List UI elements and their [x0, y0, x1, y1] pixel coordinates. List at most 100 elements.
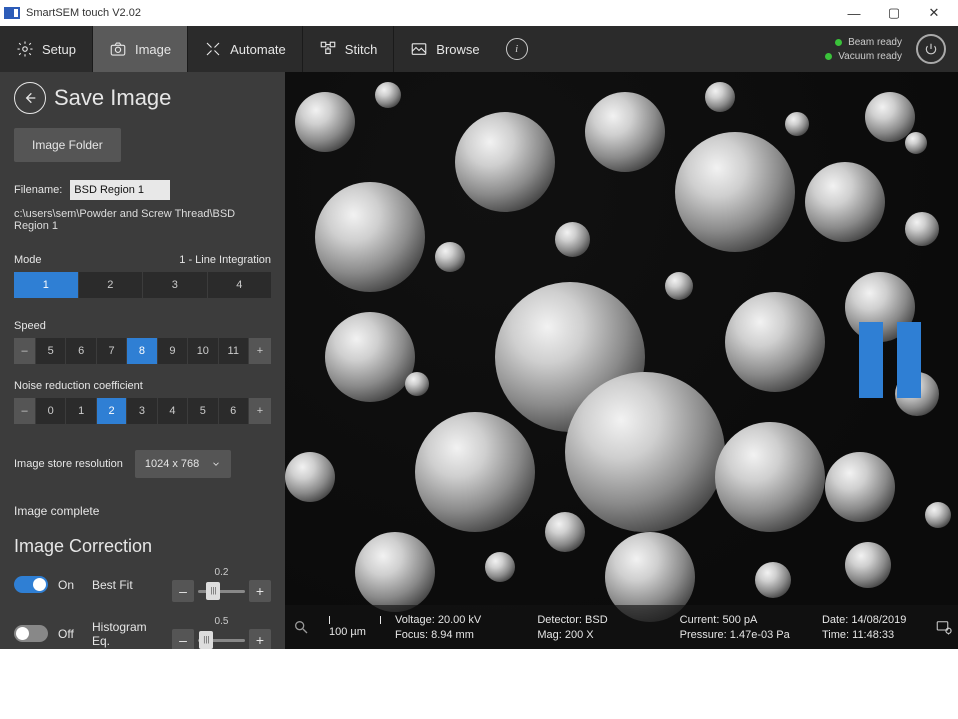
tab-stitch-label: Stitch [345, 42, 378, 57]
speed-option-8[interactable]: 8 [127, 338, 157, 364]
best-fit-decrement[interactable]: – [172, 580, 194, 602]
tab-setup[interactable]: Setup [0, 26, 92, 72]
pause-icon [897, 322, 921, 398]
speed-option-9[interactable]: 9 [158, 338, 188, 364]
scale-value: 100 µm [329, 626, 366, 638]
power-button[interactable] [916, 34, 946, 64]
speed-option-6[interactable]: 6 [66, 338, 96, 364]
best-fit-on-label: On [58, 578, 82, 592]
mode-option-2[interactable]: 2 [79, 272, 144, 298]
scale-bar: 100 µm [317, 616, 393, 638]
speed-increment[interactable]: + [249, 338, 271, 364]
mode-option-3[interactable]: 3 [143, 272, 208, 298]
beam-ready-dot [835, 39, 842, 46]
beam-ready-label: Beam ready [848, 37, 902, 48]
tab-stitch[interactable]: Stitch [303, 26, 394, 72]
time-value: 11:48:33 [852, 629, 894, 641]
best-fit-label: Best Fit [92, 578, 162, 592]
histogram-eq-label: Histogram Eq. [92, 620, 162, 648]
restore-button[interactable]: ▢ [874, 0, 914, 26]
speed-options: – 5 6 7 8 9 10 11 + [14, 338, 271, 364]
noise-option-3[interactable]: 3 [127, 398, 157, 424]
mode-options: 1 2 3 4 [14, 272, 271, 298]
zoom-button[interactable] [285, 619, 317, 635]
resolution-select[interactable]: 1024 x 768 [135, 450, 231, 478]
noise-option-1[interactable]: 1 [66, 398, 96, 424]
speed-option-7[interactable]: 7 [97, 338, 127, 364]
title-bar: SmartSEM touch V2.02 — ▢ ✕ [0, 0, 958, 26]
footer-settings-button[interactable] [930, 618, 958, 636]
mode-option-4[interactable]: 4 [208, 272, 272, 298]
info-button[interactable]: i [496, 26, 538, 72]
detector-label: Detector: [537, 614, 582, 626]
noise-options: – 0 1 2 3 4 5 6 + [14, 398, 271, 424]
tab-setup-label: Setup [42, 42, 76, 57]
noise-option-0[interactable]: 0 [36, 398, 66, 424]
focus-label: Focus: [395, 629, 428, 641]
noise-label: Noise reduction coefficient [14, 380, 143, 392]
noise-option-4[interactable]: 4 [158, 398, 188, 424]
stitch-icon [319, 40, 337, 58]
tab-image[interactable]: Image [93, 26, 187, 72]
noise-option-6[interactable]: 6 [219, 398, 249, 424]
pause-overlay-button[interactable] [852, 322, 928, 398]
speed-option-11[interactable]: 11 [219, 338, 249, 364]
image-info-bar: 100 µm Voltage: 20.00 kV Focus: 8.94 mm … [285, 605, 958, 649]
speed-decrement[interactable]: – [14, 338, 36, 364]
mode-label: Mode [14, 254, 42, 266]
histogram-eq-toggle[interactable] [14, 625, 48, 642]
image-viewer[interactable]: 100 µm Voltage: 20.00 kV Focus: 8.94 mm … [285, 72, 958, 649]
best-fit-row: On Best Fit 0.2 – ||| + [14, 567, 271, 602]
histogram-eq-slider[interactable]: ||| [198, 639, 245, 642]
image-correction-title: Image Correction [14, 536, 271, 557]
focus-value: 8.94 mm [431, 629, 474, 641]
gear-icon [16, 40, 34, 58]
best-fit-toggle[interactable] [14, 576, 48, 593]
speed-option-10[interactable]: 10 [188, 338, 218, 364]
close-button[interactable]: ✕ [914, 0, 954, 26]
noise-option-5[interactable]: 5 [188, 398, 218, 424]
chevron-down-icon [211, 459, 221, 469]
histogram-eq-increment[interactable]: + [249, 629, 271, 649]
back-button[interactable] [14, 82, 46, 114]
histogram-eq-decrement[interactable]: – [172, 629, 194, 649]
time-label: Time: [822, 629, 849, 641]
minimize-button[interactable]: — [834, 0, 874, 26]
histogram-eq-value: 0.5 [215, 616, 229, 627]
best-fit-slider[interactable]: ||| [198, 590, 245, 593]
tab-automate[interactable]: Automate [188, 26, 302, 72]
image-folder-button[interactable]: Image Folder [14, 128, 121, 162]
tab-automate-label: Automate [230, 42, 286, 57]
tab-browse[interactable]: Browse [394, 26, 495, 72]
noise-increment[interactable]: + [249, 398, 271, 424]
current-value: 500 pA [722, 614, 757, 626]
histogram-eq-off-label: Off [58, 627, 82, 641]
speed-option-5[interactable]: 5 [36, 338, 66, 364]
best-fit-increment[interactable]: + [249, 580, 271, 602]
mode-value-label: 1 - Line Integration [179, 254, 271, 266]
filename-label: Filename: [14, 184, 62, 196]
best-fit-value: 0.2 [215, 567, 229, 578]
speed-block: Speed – 5 6 7 8 9 10 11 + [14, 320, 271, 364]
tab-browse-label: Browse [436, 42, 479, 57]
date-label: Date: [822, 614, 848, 626]
pressure-value: 1.47e-03 Pa [730, 629, 790, 641]
tab-image-label: Image [135, 42, 171, 57]
vacuum-ready-label: Vacuum ready [838, 51, 902, 62]
mag-label: Mag: [537, 629, 561, 641]
mode-block: Mode 1 - Line Integration 1 2 3 4 [14, 254, 271, 298]
noise-block: Noise reduction coefficient – 0 1 2 3 4 … [14, 380, 271, 424]
app-logo [4, 7, 20, 19]
mag-value: 200 X [565, 629, 594, 641]
mode-option-1[interactable]: 1 [14, 272, 79, 298]
info-icon: i [506, 38, 528, 60]
current-label: Current: [680, 614, 720, 626]
speed-label: Speed [14, 320, 46, 332]
image-complete-status: Image complete [14, 504, 271, 518]
filename-input[interactable] [70, 180, 170, 200]
pause-icon [859, 322, 883, 398]
noise-option-2[interactable]: 2 [97, 398, 127, 424]
noise-decrement[interactable]: – [14, 398, 36, 424]
voltage-value: 20.00 kV [438, 614, 481, 626]
detector-value: BSD [585, 614, 608, 626]
